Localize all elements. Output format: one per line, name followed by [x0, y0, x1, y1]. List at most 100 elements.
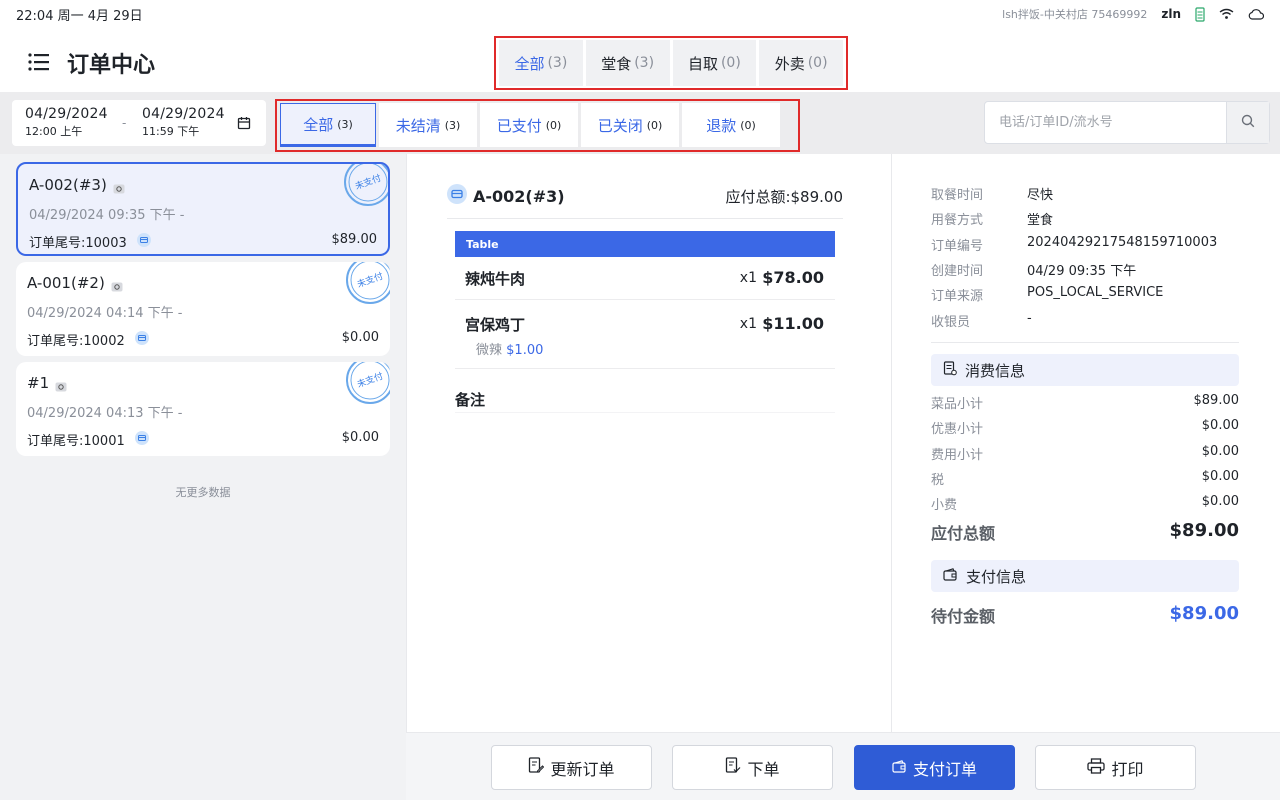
tab-count: (0)	[807, 55, 828, 71]
info-value: 尽快	[1027, 188, 1054, 203]
order-detail-header: A-002(#3) 应付总额:$89.00	[447, 184, 843, 208]
tab-count: (0)	[646, 118, 663, 132]
order-time: 04/29/2024 04:13 下午 -	[27, 406, 183, 421]
button-label: 下单	[747, 759, 780, 779]
cloud-icon	[1248, 8, 1264, 20]
info-row: 收银员 -	[931, 311, 1032, 330]
info-value: 堂食	[1027, 213, 1054, 228]
pay-order-button[interactable]: 支付订单	[854, 745, 1015, 790]
status-bar: 22:04 周一 4月 29日 lsh拌饭-中关村店 75469992 zln	[0, 0, 1280, 28]
end-date: 04/29/2024 11:59 下午	[142, 106, 225, 139]
total-due-label: 应付总额	[931, 524, 996, 543]
info-row: 订单来源 POS_LOCAL_SERVICE	[931, 285, 1163, 304]
info-key: 订单编号	[931, 239, 984, 254]
tab-status-closed[interactable]: 已关闭 (0)	[581, 103, 679, 147]
start-time-value: 12:00 上午	[25, 125, 83, 138]
wallet-icon	[943, 567, 958, 585]
order-card[interactable]: #1 04/29/2024 04:13 下午 - 订单尾号:10001 $0.0…	[16, 362, 390, 456]
tab-label: 外卖	[774, 54, 805, 73]
tab-label: 已支付	[496, 116, 542, 135]
tab-type-pickup[interactable]: 自取 (0)	[672, 40, 757, 86]
info-key: 收银员	[931, 315, 971, 330]
search-button[interactable]	[1226, 102, 1269, 143]
tab-status-all[interactable]: 全部 (3)	[280, 103, 376, 147]
end-date-value: 04/29/2024	[142, 106, 225, 122]
fee-key: 税	[931, 473, 945, 488]
order-time: 04/29/2024 04:14 下午 -	[27, 306, 183, 321]
user-name: zln	[1161, 7, 1181, 21]
fee-key: 菜品小计	[931, 397, 984, 412]
unpaid-stamp-icon: 未支付	[344, 362, 390, 406]
detail-amount-due: 应付总额:$89.00	[725, 187, 843, 206]
fee-row: 费用小计 $0.00	[931, 444, 1239, 463]
divider	[455, 412, 835, 413]
search-icon	[1241, 113, 1255, 132]
search-input[interactable]	[985, 102, 1226, 143]
dine-type-icon	[134, 330, 149, 349]
item-modifier: 微辣 $1.00	[476, 339, 543, 358]
payment-info-header: 支付信息	[931, 560, 1239, 592]
fee-value: $0.00	[1201, 444, 1239, 459]
order-card[interactable]: A-002(#3) 04/29/2024 09:35 下午 - 订单尾号:100…	[16, 162, 390, 256]
order-tail: 订单尾号:10003	[29, 232, 151, 251]
tab-status-refund[interactable]: 退款 (0)	[682, 103, 780, 147]
tab-type-all[interactable]: 全部 (3)	[499, 40, 583, 86]
tab-label: 未结清	[395, 116, 441, 135]
fee-key: 费用小计	[931, 448, 984, 463]
dine-type-icon	[447, 184, 467, 208]
printer-icon	[1087, 757, 1106, 778]
tab-count: (3)	[634, 55, 655, 71]
store-info: lsh拌饭-中关村店 75469992	[1002, 8, 1148, 21]
section-title: 支付信息	[966, 567, 1027, 586]
tab-type-dine-in[interactable]: 堂食 (3)	[585, 40, 670, 86]
battery-icon	[1195, 6, 1205, 22]
clock: 22:04 周一 4月 29日	[16, 8, 143, 24]
tab-status-paid[interactable]: 已支付 (0)	[480, 103, 578, 147]
order-amount: $0.00	[341, 330, 379, 345]
order-tail-number: 订单尾号:10002	[27, 334, 125, 349]
page-title: 订单中心	[67, 53, 156, 78]
info-key: 取餐时间	[931, 188, 984, 203]
list-end-text: 无更多数据	[175, 486, 231, 499]
tab-count: (0)	[720, 55, 741, 71]
date-range-picker[interactable]: 04/29/2024 12:00 上午 - 04/29/2024 11:59 下…	[12, 100, 266, 146]
order-title: A-001(#2)	[27, 274, 123, 292]
stamp-text: 未支付	[353, 172, 382, 193]
tab-label: 退款	[706, 116, 737, 135]
start-date-value: 04/29/2024	[25, 106, 108, 122]
divider	[931, 342, 1239, 343]
button-label: 打印	[1111, 759, 1144, 779]
order-number: A-002(#3)	[29, 176, 107, 194]
order-type-tabs: 全部 (3) 堂食 (3) 自取 (0) 外卖 (0)	[494, 36, 848, 90]
info-value: 04/29 09:35 下午	[1027, 264, 1137, 279]
order-status-tabs: 全部 (3) 未结清 (3) 已支付 (0) 已关闭 (0) 退款 (0)	[275, 99, 800, 152]
place-order-button[interactable]: 下单	[672, 745, 833, 790]
order-card[interactable]: A-001(#2) 04/29/2024 04:14 下午 - 订单尾号:100…	[16, 262, 390, 356]
fee-value: $0.00	[1201, 494, 1239, 509]
info-row: 取餐时间 尽快	[931, 184, 1053, 203]
tab-type-delivery[interactable]: 外卖 (0)	[759, 40, 843, 86]
divider	[406, 154, 407, 732]
tab-count: (0)	[740, 118, 756, 132]
info-key: 订单来源	[931, 289, 984, 304]
edit-document-icon	[528, 757, 545, 778]
calendar-icon[interactable]	[237, 115, 251, 130]
modifier-price: $1.00	[506, 343, 544, 358]
pending-amount-value: $89.00	[1169, 603, 1239, 624]
info-value: 20240429217548159710003	[1027, 235, 1218, 250]
update-order-button[interactable]: 更新订单	[491, 745, 652, 790]
header: 订单中心 全部 (3) 堂食 (3) 自取 (0) 外卖 (0)	[0, 28, 1280, 98]
print-button[interactable]: 打印	[1035, 745, 1196, 790]
pending-amount-label: 待付金额	[931, 607, 996, 626]
dine-type-icon	[134, 430, 149, 449]
order-tail-number: 订单尾号:10003	[29, 236, 127, 251]
fee-row: 优惠小计 $0.00	[931, 418, 1239, 437]
info-key: 创建时间	[931, 264, 984, 279]
info-key: 用餐方式	[931, 213, 984, 228]
tab-label: 自取	[687, 54, 718, 73]
menu-icon[interactable]	[28, 52, 50, 72]
order-tail: 订单尾号:10002	[27, 330, 149, 349]
order-list: A-002(#3) 04/29/2024 09:35 下午 - 订单尾号:100…	[0, 154, 406, 800]
tab-status-unsettled[interactable]: 未结清 (3)	[379, 103, 477, 147]
fee-value: $89.00	[1193, 393, 1240, 408]
